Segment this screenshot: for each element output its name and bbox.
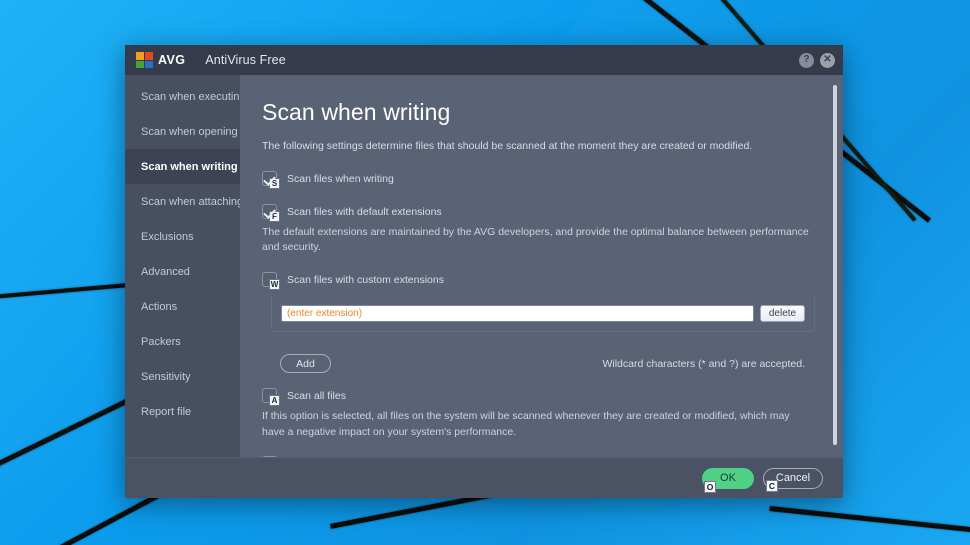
accelerator-badge: W bbox=[269, 279, 280, 291]
accelerator-badge: C bbox=[766, 479, 778, 492]
checkbox-label: Scan files when writing bbox=[287, 172, 394, 185]
page-description: The following settings determine files t… bbox=[262, 140, 753, 152]
checkbox-label: Scan all files bbox=[287, 389, 346, 402]
sidebar-item-label: Scan when writing bbox=[141, 160, 238, 173]
sidebar-item-scan-when-opening[interactable]: Scan when opening bbox=[125, 114, 240, 149]
sidebar-item-actions[interactable]: Actions bbox=[125, 289, 240, 324]
checkbox-label: Scan files with custom extensions bbox=[287, 273, 444, 286]
sidebar-item-scan-when-writing[interactable]: Scan when writing bbox=[125, 149, 240, 184]
avg-logo: AVG bbox=[136, 52, 185, 68]
settings-content: Scan when writing The following settings… bbox=[240, 75, 843, 457]
settings-sidebar: Scan when executing Scan when opening Sc… bbox=[125, 75, 246, 457]
avg-settings-window: AVG AntiVirus Free ? ✕ Scan when executi… bbox=[125, 45, 843, 498]
avg-logo-icon bbox=[136, 52, 153, 68]
ok-button[interactable]: OK O bbox=[702, 467, 754, 493]
sidebar-item-label: Advanced bbox=[141, 265, 190, 278]
sidebar-item-label: Actions bbox=[141, 300, 178, 313]
extension-input[interactable] bbox=[281, 305, 754, 323]
checkbox-scan-custom-extensions[interactable]: W Scan files with custom extensions bbox=[262, 272, 815, 291]
wallpaper-line bbox=[769, 506, 970, 536]
avg-logo-text: AVG bbox=[158, 52, 186, 67]
sidebar-item-label: Scan when attaching bbox=[141, 195, 244, 208]
cancel-button-label: Cancel bbox=[775, 471, 811, 484]
sidebar-item-label: Scan when executing bbox=[141, 90, 246, 103]
content-scrollbar[interactable] bbox=[833, 85, 837, 445]
window-body: Scan when executing Scan when opening Sc… bbox=[125, 75, 843, 457]
sidebar-item-label: Sensitivity bbox=[141, 370, 191, 383]
checkbox-icon[interactable]: D bbox=[262, 455, 277, 457]
title-bar[interactable]: AVG AntiVirus Free ? ✕ bbox=[125, 45, 843, 75]
accelerator-badge: A bbox=[269, 395, 280, 407]
add-extension-row: Add Wildcard characters (* and ?) are ac… bbox=[280, 354, 815, 374]
window-title: AntiVirus Free bbox=[205, 53, 286, 67]
checkbox-icon[interactable]: W bbox=[262, 272, 280, 291]
checkbox-no-remote-shares[interactable]: D Do not scan files on remote shares bbox=[262, 455, 815, 457]
checkbox-label: Scan files with default extensions bbox=[287, 205, 442, 218]
sidebar-item-label: Scan when opening bbox=[141, 125, 238, 138]
extension-row: delete bbox=[281, 305, 805, 323]
checkbox-icon[interactable]: A bbox=[262, 388, 280, 407]
help-icon[interactable]: ? bbox=[799, 52, 814, 68]
cancel-button[interactable]: Cancel C bbox=[763, 467, 823, 492]
add-extension-button[interactable]: Add bbox=[280, 354, 331, 374]
sidebar-item-sensitivity[interactable]: Sensitivity bbox=[125, 359, 240, 394]
sidebar-item-advanced[interactable]: Advanced bbox=[125, 254, 240, 289]
delete-extension-button[interactable]: delete bbox=[760, 305, 805, 323]
sidebar-item-label: Packers bbox=[141, 335, 181, 348]
sidebar-item-scan-when-attaching[interactable]: Scan when attaching bbox=[125, 184, 244, 219]
sidebar-item-packers[interactable]: Packers bbox=[125, 324, 240, 359]
sidebar-item-label: Report file bbox=[141, 405, 192, 418]
page-title: Scan when writing bbox=[262, 99, 451, 125]
sidebar-item-scan-when-executing[interactable]: Scan when executing bbox=[125, 79, 246, 114]
accelerator-badge: S bbox=[269, 178, 280, 189]
checkbox-scan-all-files[interactable]: A Scan all files bbox=[262, 388, 815, 407]
sidebar-item-report-file[interactable]: Report file bbox=[125, 394, 240, 429]
sidebar-item-exclusions[interactable]: Exclusions bbox=[125, 219, 240, 254]
checkbox-icon[interactable]: S bbox=[262, 171, 280, 189]
checkbox-scan-default-extensions[interactable]: F Scan files with default extensions bbox=[262, 204, 815, 222]
close-icon[interactable]: ✕ bbox=[820, 52, 835, 68]
scrollbar-thumb[interactable] bbox=[833, 85, 837, 445]
default-extensions-help-text: The default extensions are maintained by… bbox=[262, 226, 809, 254]
window-controls: ? ✕ bbox=[799, 52, 835, 68]
sidebar-item-label: Exclusions bbox=[141, 230, 194, 243]
custom-extensions-group: delete bbox=[271, 295, 815, 333]
scan-all-files-help-text: If this option is selected, all files on… bbox=[262, 410, 790, 438]
checkbox-icon[interactable]: F bbox=[262, 204, 280, 222]
wildcard-note: Wildcard characters (* and ?) are accept… bbox=[602, 357, 805, 370]
ok-button-label: OK bbox=[720, 471, 736, 484]
accelerator-badge: O bbox=[704, 480, 716, 493]
dialog-footer: OK O Cancel C bbox=[125, 457, 843, 498]
accelerator-badge: F bbox=[269, 211, 280, 222]
checkbox-scan-files-when-writing[interactable]: S Scan files when writing bbox=[262, 171, 815, 189]
